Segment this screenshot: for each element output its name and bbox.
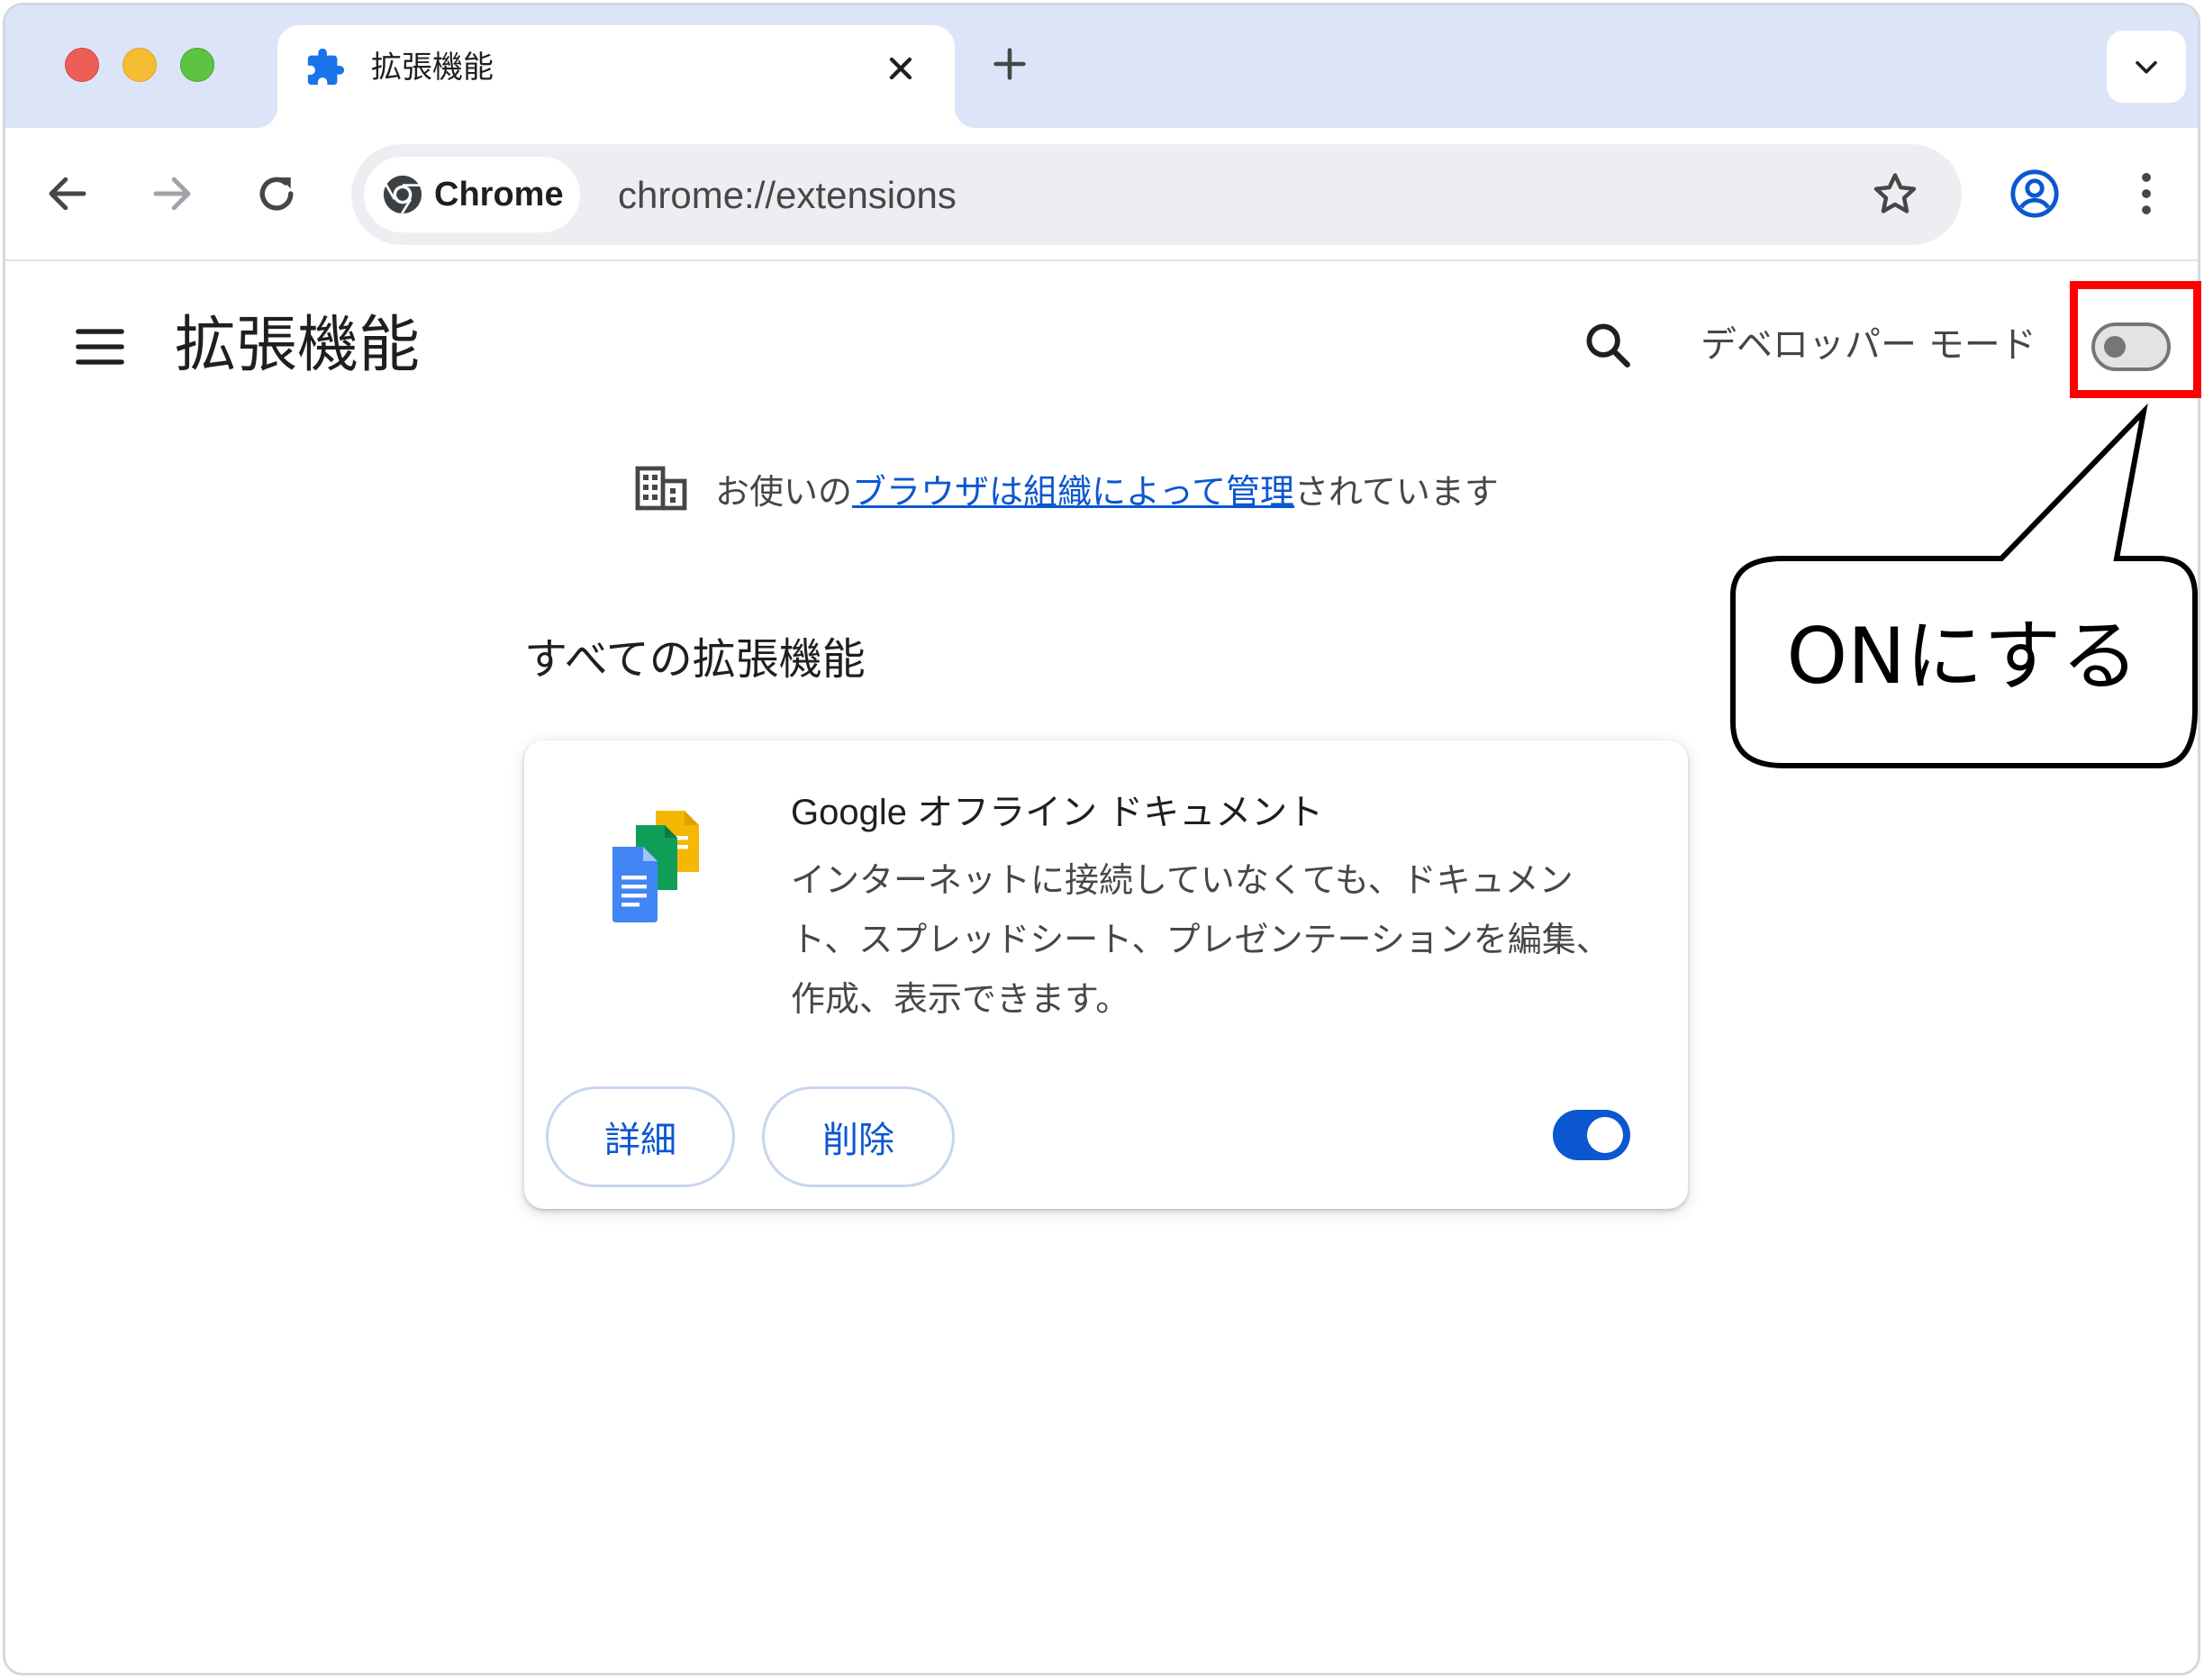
page-title: 拡張機能	[175, 310, 421, 381]
managed-link[interactable]: ブラウザは組織によって管理	[852, 464, 1294, 513]
reload-icon[interactable]	[252, 169, 301, 218]
toolbar: Chrome chrome://extensions	[5, 128, 2198, 261]
browser-window: 拡張機能 Chrome chrome://extensions 拡張機能 デベロ…	[3, 3, 2200, 1675]
site-info-chip[interactable]: Chrome	[364, 157, 580, 232]
annotation-callout-bubble	[1730, 403, 2198, 768]
kebab-menu-icon[interactable]	[2118, 166, 2174, 222]
extension-name: Google オフライン ドキュメント	[791, 793, 1324, 832]
back-arrow-icon[interactable]	[43, 169, 92, 218]
extension-description: インターネットに接続していなくても、ドキュメント、スプレッドシート、プレゼンテー…	[791, 860, 1610, 1019]
remove-button[interactable]: 削除	[762, 1086, 955, 1187]
annotation-highlight-box	[2070, 281, 2201, 398]
annotation-callout-text: ONにする	[1786, 612, 2139, 702]
url-text[interactable]: chrome://extensions	[618, 173, 957, 218]
developer-mode-label: デベロッパー モード	[1701, 324, 2036, 366]
close-window-button[interactable]	[65, 48, 99, 82]
minimize-window-button[interactable]	[122, 48, 157, 82]
tab-search-button[interactable]	[2107, 31, 2186, 103]
puzzle-icon	[307, 48, 345, 86]
chrome-logo-icon	[383, 175, 422, 214]
chevron-down-icon	[2136, 60, 2157, 74]
chip-label: Chrome	[434, 176, 564, 213]
toggle-knob	[1587, 1117, 1623, 1153]
new-tab-button[interactable]	[989, 43, 1030, 85]
extension-card: Google オフライン ドキュメント インターネットに接続していなくても、ドキ…	[524, 740, 1688, 1209]
search-icon[interactable]	[1582, 319, 1634, 371]
close-icon[interactable]	[883, 50, 919, 86]
address-bar[interactable]: Chrome chrome://extensions	[351, 144, 1962, 245]
bookmark-star-icon[interactable]	[1870, 169, 1920, 220]
extension-enable-toggle[interactable]	[1553, 1110, 1630, 1160]
hamburger-menu-icon[interactable]	[74, 324, 126, 369]
managed-suffix: されています	[1293, 471, 1499, 512]
tab-extensions[interactable]: 拡張機能	[256, 25, 976, 128]
google-docs-offline-icon	[612, 811, 699, 922]
details-button[interactable]: 詳細	[546, 1086, 735, 1187]
forward-arrow-icon[interactable]	[148, 169, 196, 218]
tab-title: 拡張機能	[371, 50, 494, 86]
building-icon	[635, 466, 687, 511]
managed-prefix: お使いの	[715, 471, 853, 512]
maximize-window-button[interactable]	[180, 48, 214, 82]
tab-strip: 拡張機能	[5, 5, 2198, 128]
profile-icon[interactable]	[2009, 168, 2061, 220]
section-title: すべての拡張機能	[524, 634, 866, 685]
managed-notice: お使いの ブラウザは組織によって管理 されています	[634, 463, 1499, 513]
